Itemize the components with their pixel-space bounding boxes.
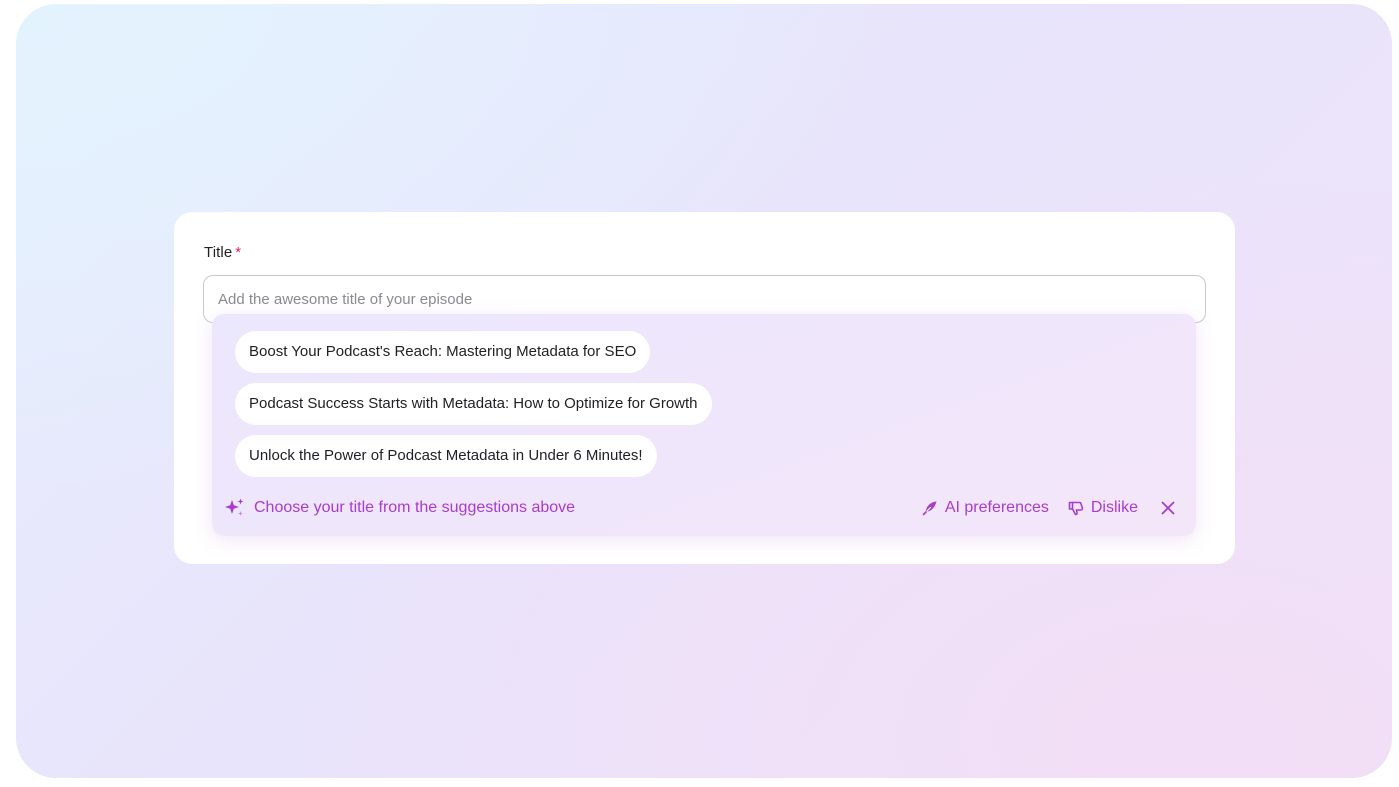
title-form-card: Title* Boost Your Podcast's Reach: Maste… xyxy=(174,212,1235,564)
ai-preferences-label: AI preferences xyxy=(944,499,1049,516)
suggestion-chip-2[interactable]: Podcast Success Starts with Metadata: Ho… xyxy=(235,383,712,425)
suggestions-hint-text: Choose your title from the suggestions a… xyxy=(254,499,576,516)
background-canvas: Title* Boost Your Podcast's Reach: Maste… xyxy=(16,4,1392,778)
close-suggestions-button[interactable] xyxy=(1160,500,1176,516)
suggestion-actions: AI preferences Dislike xyxy=(921,497,1176,519)
title-field-label: Title * xyxy=(204,244,241,261)
dislike-label: Dislike xyxy=(1090,499,1138,516)
sparkle-icon xyxy=(224,497,246,519)
ai-suggestions-panel: Boost Your Podcast's Reach: Mastering Me… xyxy=(212,314,1196,536)
required-marker: * xyxy=(235,244,242,261)
thumbs-down-icon xyxy=(1067,499,1085,517)
title-label-text: Title xyxy=(204,244,233,261)
suggestions-footer: Choose your title from the suggestions a… xyxy=(224,497,1196,519)
suggestion-chip-3[interactable]: Unlock the Power of Podcast Metadata in … xyxy=(235,435,657,477)
suggestion-chip-1[interactable]: Boost Your Podcast's Reach: Mastering Me… xyxy=(235,331,651,373)
ai-preferences-button[interactable]: AI preferences xyxy=(921,499,1049,517)
suggestions-hint: Choose your title from the suggestions a… xyxy=(224,497,575,519)
feather-icon xyxy=(921,499,939,517)
close-icon xyxy=(1160,500,1176,516)
dislike-button[interactable]: Dislike xyxy=(1067,499,1138,517)
